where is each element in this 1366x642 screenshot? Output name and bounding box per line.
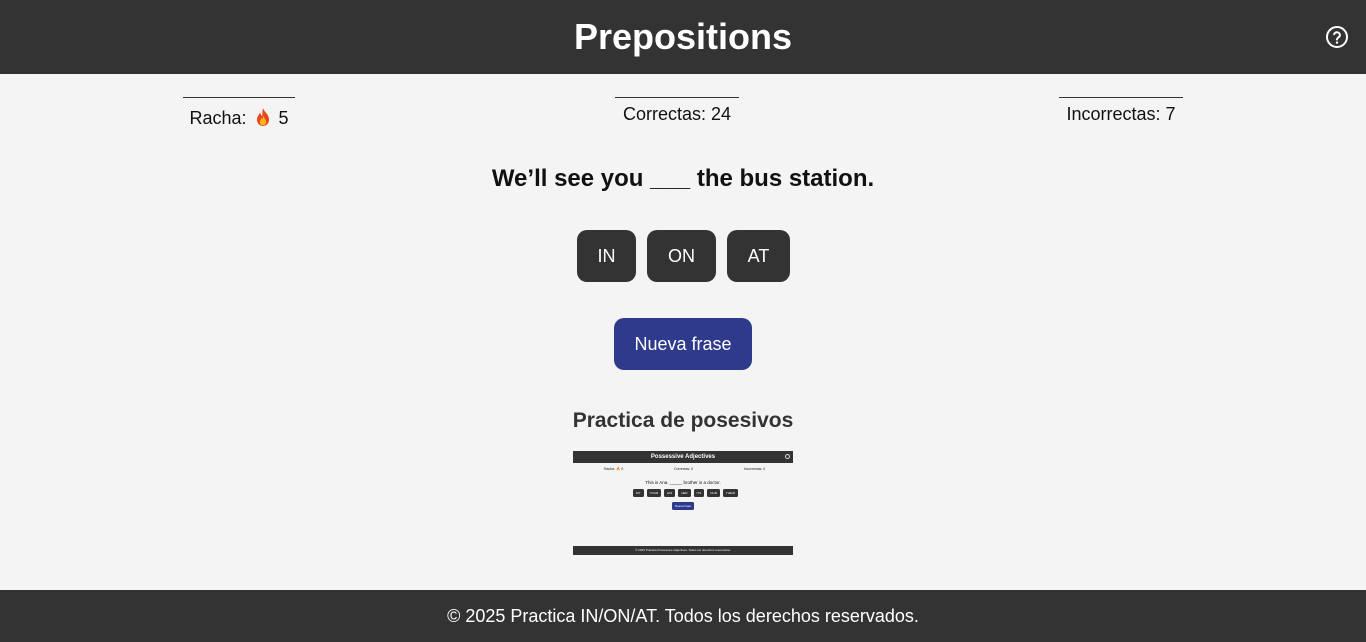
correct-text: Correctas: 24: [622, 104, 732, 124]
possessives-practice-thumbnail[interactable]: Possessive Adjectives Racha: 🔥 0 Correct…: [573, 451, 793, 555]
promo-title: Practica de posesivos: [572, 409, 794, 432]
thumbnail-help-icon: [785, 454, 790, 459]
thumbnail-option: THEIR: [722, 489, 738, 497]
answer-options: IN ON AT: [577, 230, 790, 282]
divider: [615, 97, 739, 98]
thumbnail-option: MY: [633, 489, 644, 497]
thumbnail-streak: Racha: 🔥 0: [604, 467, 624, 471]
footer-text: © 2025 Practica IN/ON/AT. Todos los dere…: [447, 605, 919, 626]
streak-value: 5: [278, 108, 289, 128]
thumbnail-header: Possessive Adjectives: [573, 451, 793, 463]
quiz-sentence: We’ll see you ___ the bus station.: [491, 165, 875, 192]
divider: [183, 97, 295, 98]
question-circle-icon: [1326, 26, 1348, 48]
thumbnail-incorrect: Incorrectas: 0: [744, 467, 766, 471]
fire-icon: [256, 108, 269, 126]
thumbnail-correct: Correctas: 0: [674, 467, 694, 471]
streak-counter: Racha: 5: [183, 97, 295, 129]
thumbnail-new-button: Nueva frase: [672, 502, 694, 510]
incorrect-counter: Incorrectas: 7: [1059, 97, 1183, 125]
incorrect-text: Incorrectas: 7: [1066, 104, 1176, 124]
thumbnail-option: HER: [678, 489, 691, 497]
help-button[interactable]: [1325, 25, 1349, 49]
thumbnail-option: ITS: [693, 489, 705, 497]
page-footer: © 2025 Practica IN/ON/AT. Todos los dere…: [0, 590, 1366, 642]
page-title: Prepositions: [573, 16, 793, 57]
option-at-button[interactable]: AT: [727, 230, 790, 282]
correct-counter: Correctas: 24: [615, 97, 739, 125]
thumbnail-footer: © 2025 Practica Possessive Adjectives. T…: [573, 546, 793, 555]
thumbnail-option: YOUR: [646, 489, 662, 497]
new-sentence-button[interactable]: Nueva frase: [614, 318, 752, 370]
app-header: Prepositions: [0, 0, 1366, 74]
option-in-button[interactable]: IN: [577, 230, 636, 282]
thumbnail-option: HIS: [664, 489, 676, 497]
thumbnail-sentence: This is Ana. _____ brother is a doctor.: [645, 480, 721, 485]
thumbnail-options: MY YOUR HIS HER ITS OUR THEIR: [633, 489, 738, 497]
option-on-button[interactable]: ON: [647, 230, 716, 282]
thumbnail-option: OUR: [707, 489, 720, 497]
divider: [1059, 97, 1183, 98]
streak-label: Racha:: [189, 108, 247, 128]
